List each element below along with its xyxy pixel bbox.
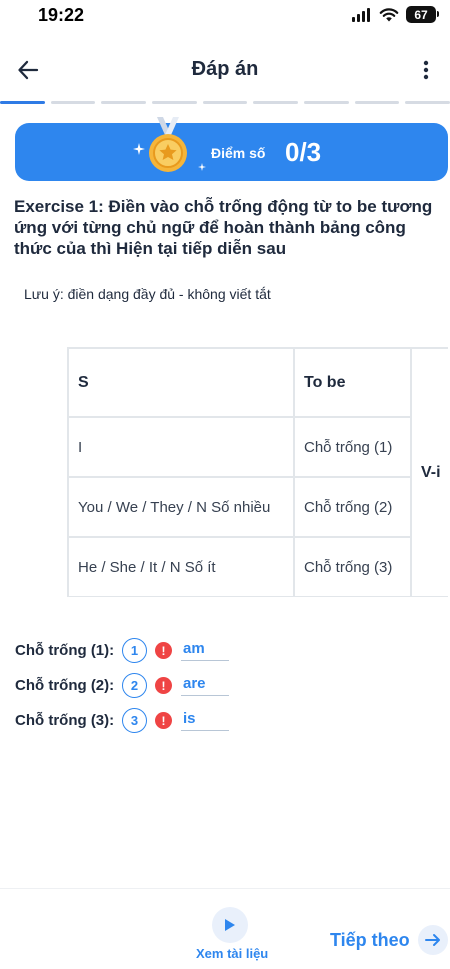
exercise-title: Exercise 1: Điền vào chỗ trống động từ t… (14, 197, 433, 258)
arrow-right-icon (424, 934, 440, 946)
progress-segment (354, 101, 400, 104)
answer-value: are (181, 675, 229, 696)
answer-label: Chỗ trống (3): (15, 712, 115, 729)
status-time: 19:22 (38, 5, 85, 25)
play-icon (225, 919, 235, 931)
progress-segment (405, 101, 450, 104)
progress-segment (50, 101, 96, 104)
view-docs-button[interactable]: Xem tài liệu (196, 907, 268, 963)
answer-value: am (181, 640, 229, 661)
battery-icon: 67 (406, 6, 439, 23)
answer-label: Chỗ trống (1): (15, 642, 115, 659)
answer-value: is (181, 710, 229, 731)
table-row: He / She / It / N Số ít Chỗ trống (3) (67, 536, 448, 597)
progress-segment (0, 101, 45, 104)
status-icons: 67 (352, 6, 439, 23)
progress-segment (304, 101, 349, 104)
answer-row: Chỗ trống (3): 3 ! is (15, 703, 315, 738)
play-circle (212, 907, 248, 943)
page-title: Đáp án (191, 58, 259, 80)
next-button[interactable]: Tiếp theo (330, 925, 448, 955)
view-docs-label: Xem tài liệu (196, 946, 269, 961)
table-cell-subject: He / She / It / N Số ít (67, 536, 295, 597)
table-header-tobe: To be (293, 347, 412, 418)
more-vertical-icon (423, 60, 429, 80)
next-label: Tiếp theo (330, 929, 410, 950)
error-icon: ! (155, 677, 172, 694)
table-header-subject: S (67, 347, 295, 418)
more-options-button[interactable] (412, 56, 440, 84)
wifi-icon (379, 7, 399, 21)
signal-icon (352, 7, 370, 22)
table-cell-subject: You / We / They / N Số nhiều (67, 476, 295, 538)
exercise-note: Lưu ý: điền dạng đầy đủ - không viết tắt (24, 286, 271, 302)
table-cell-tobe: Chỗ trống (3) (293, 536, 412, 597)
header: Đáp án (0, 44, 450, 96)
table-row: I Chỗ trống (1) (67, 416, 448, 478)
medal-icon (149, 117, 187, 172)
answer-row: Chỗ trống (2): 2 ! are (15, 668, 315, 703)
answer-list: Chỗ trống (1): 1 ! am Chỗ trống (2): 2 !… (15, 633, 315, 738)
question-progress (0, 101, 450, 105)
sparkle-icon (198, 163, 206, 171)
score-value: 0/3 (285, 137, 322, 167)
table-verb-cell: V-i (410, 347, 448, 597)
sparkle-icon (133, 143, 145, 155)
table-cell-subject: I (67, 416, 295, 478)
answer-label: Chỗ trống (2): (15, 677, 115, 694)
table-cell-tobe: Chỗ trống (1) (293, 416, 412, 478)
progress-segment (152, 101, 197, 104)
error-icon: ! (155, 712, 172, 729)
table-cell-tobe: Chỗ trống (2) (293, 476, 412, 538)
progress-segment (253, 101, 299, 104)
answer-number-badge: 2 (122, 673, 147, 698)
answer-number-badge: 3 (122, 708, 147, 733)
formula-table[interactable]: S To be V-i I Chỗ trống (1) You / We / T… (67, 347, 448, 597)
status-bar: 19:22 67 (0, 0, 450, 34)
progress-segment (101, 101, 147, 104)
next-arrow (417, 925, 448, 955)
answer-number-badge: 1 (122, 638, 147, 663)
progress-segment (202, 101, 248, 104)
score-label: Điểm số (211, 145, 266, 161)
table-header-row: S To be V-i (67, 347, 448, 597)
table-row: You / We / They / N Số nhiều Chỗ trống (… (67, 476, 448, 538)
answer-row: Chỗ trống (1): 1 ! am (15, 633, 315, 668)
bottom-bar: Xem tài liệu Tiếp theo (0, 888, 450, 969)
error-icon: ! (155, 642, 172, 659)
score-banner: Điểm số 0/3 (15, 117, 448, 181)
